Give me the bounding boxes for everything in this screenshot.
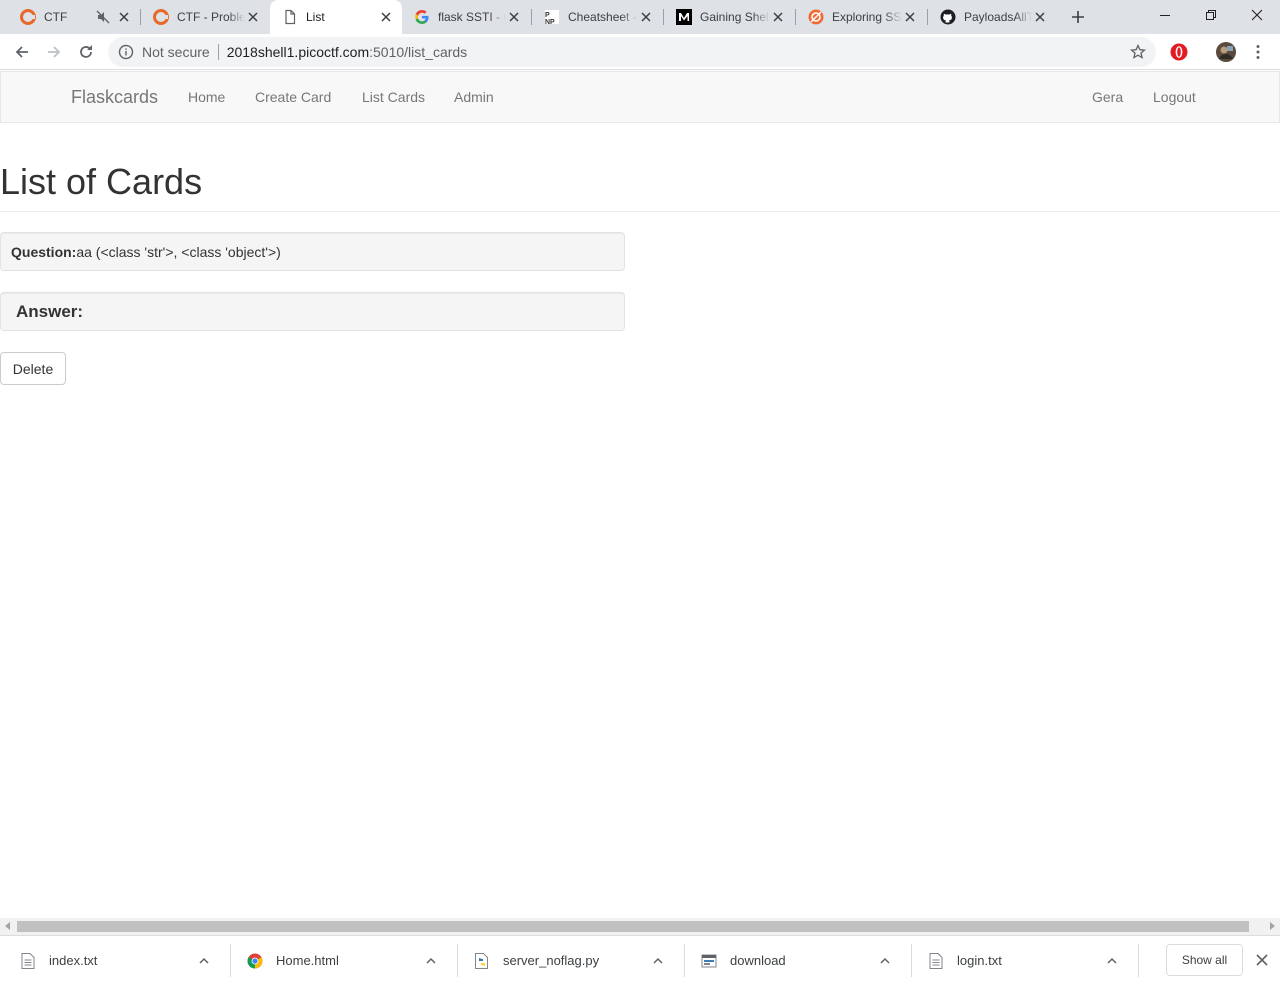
- reload-icon: [80, 45, 92, 58]
- muted-speaker-icon[interactable]: [96, 10, 110, 24]
- picoctf-icon: [20, 9, 36, 25]
- tab-strip: CTF CTF - Problems List flask SSTI - Goo…: [0, 0, 1280, 34]
- chevron-up-icon[interactable]: [877, 953, 893, 969]
- chevron-up-icon[interactable]: [650, 953, 666, 969]
- tab-ctf-problems[interactable]: CTF - Problems: [141, 0, 269, 34]
- minimize-button[interactable]: [1142, 0, 1188, 30]
- tab-ctf[interactable]: CTF: [8, 0, 140, 34]
- address-bar[interactable]: Not secure 2018shell1.picoctf.com:5010/l…: [108, 37, 1156, 67]
- download-item[interactable]: download: [681, 936, 907, 985]
- brand-link[interactable]: Flaskcards: [71, 87, 158, 108]
- opera-extension-icon[interactable]: [1169, 42, 1189, 62]
- text-file-icon: [20, 952, 36, 969]
- site-navbar: Flaskcards Home Create Card List Cards A…: [0, 71, 1280, 123]
- close-icon[interactable]: [116, 9, 132, 25]
- back-button[interactable]: [8, 38, 36, 66]
- close-icon[interactable]: [506, 9, 522, 25]
- svg-text:NP: NP: [545, 19, 555, 25]
- nav-list-cards[interactable]: List Cards: [362, 89, 425, 105]
- exploring-icon: [808, 9, 824, 25]
- scroll-left-arrow-icon[interactable]: [5, 922, 10, 930]
- tab-gaining-shell[interactable]: Gaining Shell using Server Side Template…: [664, 0, 794, 34]
- delete-button[interactable]: Delete: [0, 352, 66, 385]
- nav-logout[interactable]: Logout: [1153, 89, 1196, 105]
- question-panel: Question:aa (<class 'str'>, <class 'obje…: [0, 232, 625, 271]
- close-icon[interactable]: [1254, 952, 1270, 968]
- tab-google-search[interactable]: flask SSTI - Google Search: [402, 0, 530, 34]
- avatar[interactable]: [1216, 42, 1236, 62]
- page-title: List of Cards: [0, 161, 203, 202]
- chrome-icon: [247, 953, 263, 969]
- reload-button[interactable]: [72, 38, 100, 66]
- svg-text:P: P: [545, 12, 550, 19]
- divider: [217, 44, 219, 60]
- nav-create-card[interactable]: Create Card: [255, 89, 331, 105]
- picoctf-icon: [153, 9, 169, 25]
- info-icon[interactable]: [118, 44, 134, 60]
- download-item[interactable]: index.txt: [0, 936, 226, 985]
- download-shelf: index.txt Home.html server_noflag.py dow…: [0, 935, 1280, 984]
- restore-button[interactable]: [1188, 0, 1234, 30]
- chevron-up-icon[interactable]: [423, 953, 439, 969]
- nav-home[interactable]: Home: [188, 89, 225, 105]
- question-label: Question:: [11, 244, 77, 260]
- minimize-icon: [1160, 15, 1170, 16]
- browser-toolbar: Not secure 2018shell1.picoctf.com:5010/l…: [0, 34, 1280, 70]
- show-all-downloads-button[interactable]: Show all: [1166, 944, 1243, 976]
- bookmark-star-icon[interactable]: [1130, 44, 1146, 60]
- download-item[interactable]: Home.html: [227, 936, 453, 985]
- url-path: :5010/list_cards: [369, 44, 468, 60]
- tab-list-active[interactable]: List: [270, 0, 402, 34]
- close-icon[interactable]: [638, 9, 654, 25]
- binary-file-icon: [701, 953, 717, 969]
- question-value: aa (<class 'str'>, <class 'object'>): [76, 244, 281, 260]
- forward-arrow-icon: [48, 46, 61, 58]
- close-icon[interactable]: [1032, 9, 1048, 25]
- github-icon: [940, 9, 956, 25]
- scrollbar-thumb[interactable]: [17, 921, 1249, 932]
- google-icon: [414, 9, 430, 25]
- tab-exploring-ssti[interactable]: Exploring SSTI in Flask/Jinja2: [796, 0, 926, 34]
- download-item[interactable]: login.txt: [908, 936, 1134, 985]
- text-file-icon: [928, 952, 944, 969]
- horizontal-scrollbar[interactable]: [0, 918, 1280, 935]
- close-icon: [1251, 9, 1263, 21]
- close-icon[interactable]: [378, 9, 394, 25]
- close-icon[interactable]: [245, 9, 261, 25]
- close-icon[interactable]: [770, 9, 786, 25]
- plus-icon: [1072, 11, 1084, 23]
- window-close-button[interactable]: [1234, 0, 1280, 30]
- menu-button[interactable]: [1246, 38, 1270, 66]
- answer-label: Answer:: [16, 302, 84, 321]
- chevron-up-icon[interactable]: [196, 953, 212, 969]
- nav-user[interactable]: Gera: [1092, 89, 1123, 105]
- forward-button[interactable]: [40, 38, 68, 66]
- document-icon: [282, 9, 298, 25]
- divider: [0, 211, 1280, 212]
- security-label[interactable]: Not secure: [142, 44, 210, 60]
- page-viewport: Flaskcards Home Create Card List Cards A…: [0, 71, 1280, 916]
- back-arrow-icon: [15, 46, 28, 58]
- tab-cheatsheet[interactable]: PNP Cheatsheet - Flask & Jinja2 SSTI: [532, 0, 662, 34]
- divider: [1138, 944, 1139, 977]
- download-item[interactable]: server_noflag.py: [454, 936, 680, 985]
- medium-icon: [676, 9, 692, 25]
- nvisium-icon: P NP: [544, 9, 560, 25]
- python-icon: [474, 952, 490, 969]
- tab-payloads[interactable]: PayloadsAllTheThings: [928, 0, 1056, 34]
- new-tab-button[interactable]: [1066, 5, 1090, 29]
- scroll-right-arrow-icon[interactable]: [1270, 922, 1275, 930]
- answer-panel: Answer:: [0, 292, 625, 331]
- kebab-menu-icon: [1256, 45, 1260, 59]
- nav-admin[interactable]: Admin: [454, 89, 494, 105]
- chevron-up-icon[interactable]: [1104, 953, 1120, 969]
- url-host: 2018shell1.picoctf.com: [226, 44, 370, 60]
- restore-icon: [1206, 10, 1216, 20]
- close-icon[interactable]: [902, 9, 918, 25]
